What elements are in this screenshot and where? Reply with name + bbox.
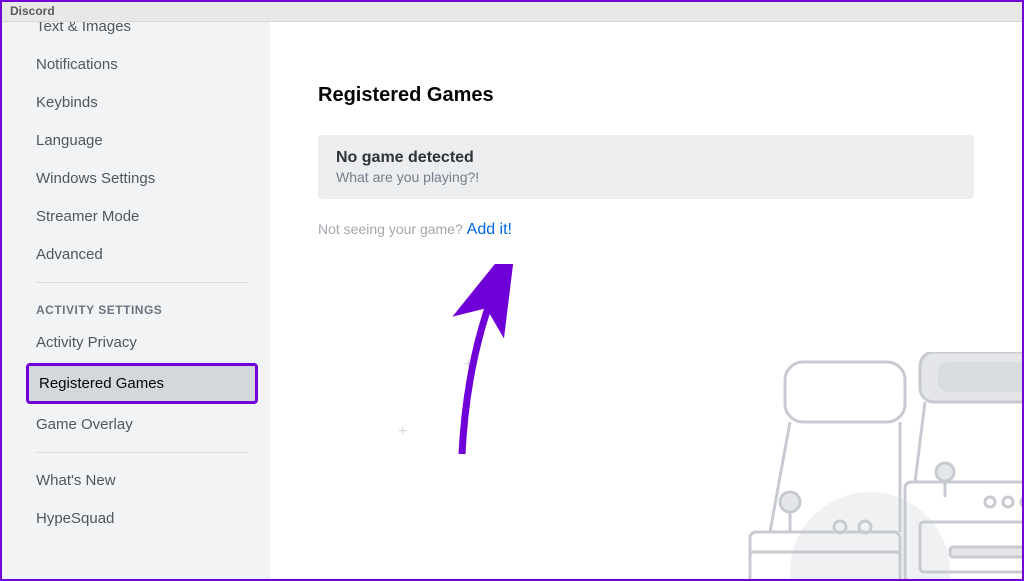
sidebar-item-label: Keybinds [36,94,98,111]
sidebar-item-registered-games[interactable]: Registered Games [26,363,258,404]
not-seeing-text: Not seeing your game? [318,221,467,237]
sidebar-item-hypesquad[interactable]: HypeSquad [26,501,258,536]
sidebar-item-label: Game Overlay [36,416,133,433]
sidebar-item-label: Notifications [36,56,118,73]
settings-sidebar: Text & Images Notifications Keybinds Lan… [2,22,270,579]
sidebar-item-label: Language [36,132,103,149]
sidebar-item-game-overlay[interactable]: Game Overlay [26,407,258,442]
arcade-illustration [690,352,1022,579]
sidebar-item-label: Streamer Mode [36,208,139,225]
sidebar-item-text-images[interactable]: Text & Images [26,22,258,44]
sidebar-item-label: What's New [36,472,116,489]
sidebar-item-advanced[interactable]: Advanced [26,237,258,272]
sidebar-item-label: Activity Privacy [36,334,137,351]
content-panel: Registered Games No game detected What a… [270,22,1022,579]
detect-title: No game detected [336,149,956,167]
window-title: Discord [2,2,1022,22]
page-title: Registered Games [318,84,974,107]
sidebar-item-windows-settings[interactable]: Windows Settings [26,161,258,196]
sidebar-item-label: Advanced [36,246,103,263]
sidebar-item-activity-privacy[interactable]: Activity Privacy [26,325,258,360]
app-container: Text & Images Notifications Keybinds Lan… [2,22,1022,579]
sidebar-divider [36,452,248,453]
sidebar-divider [36,282,248,283]
sidebar-item-label: Windows Settings [36,170,155,187]
sidebar-item-keybinds[interactable]: Keybinds [26,85,258,120]
detect-sub: What are you playing?! [336,169,956,185]
sidebar-item-label: HypeSquad [36,510,114,527]
not-seeing-row: Not seeing your game? Add it! [318,221,974,239]
sidebar-item-notifications[interactable]: Notifications [26,47,258,82]
plus-decoration-icon: + [398,423,407,441]
sidebar-item-label: Registered Games [39,375,164,392]
game-detection-box: No game detected What are you playing?! [318,135,974,199]
sidebar-item-whats-new[interactable]: What's New [26,463,258,498]
sidebar-item-streamer-mode[interactable]: Streamer Mode [26,199,258,234]
sidebar-item-label: Text & Images [36,22,131,35]
add-it-link[interactable]: Add it! [467,221,512,238]
plus-decoration-icon: + [464,356,473,374]
sidebar-item-language[interactable]: Language [26,123,258,158]
sidebar-section-header: ACTIVITY SETTINGS [26,293,258,325]
